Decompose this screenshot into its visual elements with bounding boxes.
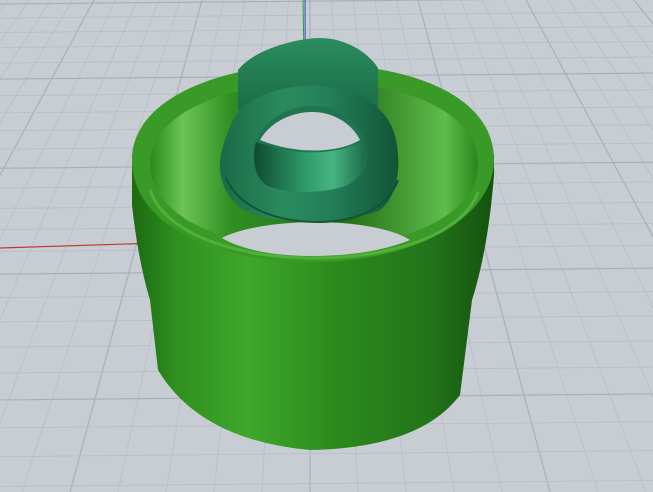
viewport-canvas[interactable]: [0, 0, 653, 492]
inner-ring-model[interactable]: [219, 38, 399, 224]
3d-viewport[interactable]: [0, 0, 653, 492]
